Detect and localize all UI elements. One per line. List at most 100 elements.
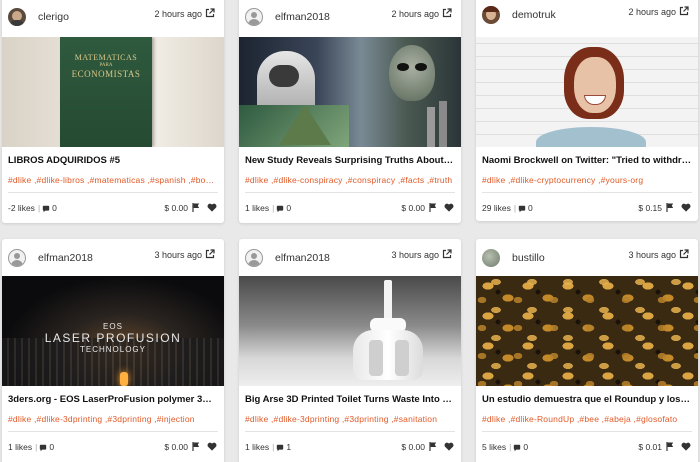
avatar[interactable]	[245, 8, 263, 26]
post-time: 2 hours ago	[154, 9, 202, 19]
likes-label: 29 likes	[482, 203, 511, 213]
comment-icon[interactable]	[513, 444, 521, 452]
likes-count: -2 likes | 0	[8, 203, 57, 213]
comment-icon[interactable]	[276, 205, 284, 213]
comment-icon[interactable]	[42, 205, 50, 213]
post-tags[interactable]: #dlike ,#dlike-RoundUp ,#bee ,#abeja ,#g…	[482, 414, 692, 424]
post-thumbnail[interactable]	[476, 276, 698, 386]
post-time: 3 hours ago	[154, 250, 202, 260]
avatar[interactable]	[8, 249, 26, 267]
post-thumbnail[interactable]	[239, 37, 461, 147]
flag-icon[interactable]	[429, 203, 437, 212]
post-title[interactable]: New Study Reveals Surprising Truths Abou…	[245, 155, 455, 166]
card-header: bustillo 3 hours ago	[476, 239, 698, 275]
comment-icon[interactable]	[39, 444, 47, 452]
payout-amount: $ 0.01	[638, 442, 662, 452]
external-link-icon[interactable]	[442, 8, 452, 18]
flag-icon[interactable]	[666, 442, 674, 451]
card-header: elfman2018 3 hours ago	[2, 239, 224, 275]
post-time: 2 hours ago	[391, 9, 439, 19]
comments-count: 0	[528, 203, 533, 213]
post-card[interactable]: elfman2018 3 hours ago Big Arse 3D Print…	[239, 239, 461, 462]
payout-amount: $ 0.00	[164, 442, 188, 452]
post-time: 2 hours ago	[628, 7, 676, 17]
heart-icon[interactable]	[207, 442, 217, 451]
card-header: elfman2018 3 hours ago	[239, 239, 461, 275]
avatar[interactable]	[482, 6, 500, 24]
heart-icon[interactable]	[681, 203, 691, 212]
post-title[interactable]: Un estudio demuestra que el Roundup y lo…	[482, 394, 692, 405]
external-link-icon[interactable]	[205, 249, 215, 259]
likes-label: 1 likes	[245, 203, 270, 213]
likes-label: 1 likes	[8, 442, 33, 452]
comment-icon[interactable]	[276, 444, 284, 452]
divider	[482, 192, 692, 193]
book-title-line: ECONOMISTAS	[71, 69, 141, 79]
flag-icon[interactable]	[192, 203, 200, 212]
post-time: 3 hours ago	[391, 250, 439, 260]
payout-amount: $ 0.00	[164, 203, 188, 213]
book-title-line: PARA	[99, 63, 113, 68]
payout-amount: $ 0.15	[638, 203, 662, 213]
author-name[interactable]: bustillo	[512, 252, 545, 264]
post-tags[interactable]: #dlike ,#dlike-cryptocurrency ,#yours-or…	[482, 175, 692, 185]
avatar[interactable]	[8, 8, 26, 26]
divider	[8, 192, 218, 193]
post-card[interactable]: elfman2018 3 hours ago EOS LASER PROFUSI…	[2, 239, 224, 462]
comments-count: 0	[523, 442, 529, 452]
heart-icon[interactable]	[681, 442, 691, 451]
post-card[interactable]: demotruk 2 hours ago Naomi Brockwell on …	[476, 0, 698, 221]
author-name[interactable]: elfman2018	[275, 252, 330, 264]
post-time: 3 hours ago	[628, 250, 676, 260]
flag-icon[interactable]	[429, 442, 437, 451]
book-title-line: MATEMATICAS	[74, 53, 138, 62]
payout-amount: $ 0.00	[401, 203, 425, 213]
flag-icon[interactable]	[666, 203, 674, 212]
external-link-icon[interactable]	[679, 6, 689, 16]
author-name[interactable]: elfman2018	[275, 11, 330, 23]
post-card[interactable]: bustillo 3 hours ago Un estudio demuestr…	[476, 239, 698, 462]
post-tags[interactable]: #dlike ,#dlike-3dprinting ,#3dprinting ,…	[8, 414, 218, 424]
likes-label: -2 likes	[8, 203, 35, 213]
author-name[interactable]: elfman2018	[38, 252, 93, 264]
post-title[interactable]: Naomi Brockwell on Twitter: "Tried to wi…	[482, 155, 692, 166]
heart-icon[interactable]	[444, 442, 454, 451]
post-tags[interactable]: #dlike ,#dlike-conspiracy ,#conspiracy ,…	[245, 175, 455, 185]
external-link-icon[interactable]	[442, 249, 452, 259]
author-name[interactable]: demotruk	[512, 9, 556, 21]
post-title[interactable]: 3ders.org - EOS LaserProFusion polymer 3…	[8, 394, 218, 405]
thumb-text-line: TECHNOLOGY	[79, 345, 146, 354]
comments-count: 0	[286, 203, 292, 213]
external-link-icon[interactable]	[205, 8, 215, 18]
likes-label: 5 likes	[482, 442, 507, 452]
external-link-icon[interactable]	[679, 249, 689, 259]
post-tags[interactable]: #dlike ,#dlike-3dprinting ,#3dprinting ,…	[245, 414, 455, 424]
divider	[482, 431, 692, 432]
post-title[interactable]: Big Arse 3D Printed Toilet Turns Waste I…	[245, 394, 455, 405]
comment-icon[interactable]	[518, 205, 526, 213]
post-card[interactable]: clerigo 2 hours ago MATEMATICAS PARA ECO…	[2, 0, 224, 223]
avatar[interactable]	[245, 249, 263, 267]
avatar[interactable]	[482, 249, 500, 267]
divider	[245, 192, 455, 193]
post-tags[interactable]: #dlike ,#dlike-libros ,#matematicas ,#sp…	[8, 175, 218, 185]
comments-count: 0	[49, 442, 55, 452]
comments-count: 1	[286, 442, 292, 452]
post-card[interactable]: elfman2018 2 hours ago New Study Reveals…	[239, 0, 461, 223]
post-thumbnail[interactable]	[476, 37, 698, 147]
card-header: elfman2018 2 hours ago	[239, 0, 461, 36]
card-header: demotruk 2 hours ago	[476, 0, 698, 34]
author-name[interactable]: clerigo	[38, 11, 69, 23]
post-thumbnail[interactable]: EOS LASER PROFUSION TECHNOLOGY	[2, 276, 224, 386]
likes-count: 1 likes | 0	[8, 442, 55, 452]
heart-icon[interactable]	[207, 203, 217, 212]
flag-icon[interactable]	[192, 442, 200, 451]
heart-icon[interactable]	[444, 203, 454, 212]
thumb-text-line: EOS	[103, 322, 123, 331]
post-thumbnail[interactable]: MATEMATICAS PARA ECONOMISTAS	[2, 37, 224, 147]
likes-label: 1 likes	[245, 442, 270, 452]
thumb-text-line: LASER PROFUSION	[44, 331, 182, 345]
likes-count: 5 likes | 0	[482, 442, 529, 452]
post-thumbnail[interactable]	[239, 276, 461, 386]
post-title[interactable]: LIBROS ADQUIRIDOS #5	[8, 155, 218, 166]
